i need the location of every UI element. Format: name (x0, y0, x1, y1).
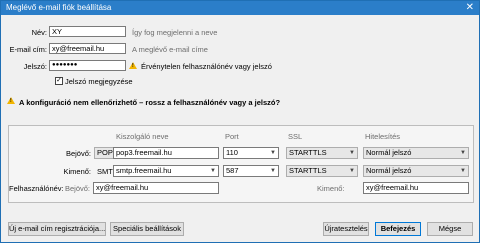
username-outgoing-label: Kimenő: (317, 184, 345, 193)
chevron-down-icon: ▼ (349, 150, 355, 156)
email-hint: A meglévő e-mail címe (132, 45, 208, 54)
retest-button[interactable]: Újratesztelés (323, 222, 369, 236)
incoming-port-value: 110 (226, 148, 238, 157)
col-header-ssl: SSL (288, 132, 303, 141)
incoming-auth-value: Normál jelszó (366, 148, 412, 157)
config-warning-text: A konfiguráció nem ellenőrizhető – rossz… (19, 98, 281, 107)
chevron-down-icon: ▼ (460, 168, 466, 174)
close-icon[interactable]: ✕ (466, 2, 474, 13)
new-account-button[interactable]: Új e-mail cím regisztrációja... (8, 222, 106, 236)
col-header-auth: Hitelesítés (365, 132, 401, 141)
col-header-port: Port (225, 132, 239, 141)
chevron-down-icon: ▼ (270, 150, 276, 156)
email-input[interactable]: xy@freemail.hu (49, 43, 126, 54)
incoming-ssl-select[interactable]: STARTTLS ▼ (286, 147, 358, 159)
incoming-label: Bejövő: (65, 149, 91, 158)
chevron-down-icon: ▼ (210, 168, 216, 174)
password-label: Jelszó: (23, 62, 47, 71)
remember-password-checkbox[interactable]: ✓ (55, 77, 63, 85)
name-label: Név: (31, 28, 47, 37)
remember-password-label: Jelszó megjegyzése (65, 77, 133, 86)
window-title: Meglévő e-mail fiók beállítása (6, 3, 112, 12)
title-bar: Meglévő e-mail fiók beállítása ✕ (1, 1, 479, 15)
username-incoming-label: Bejövő: (65, 184, 91, 193)
chevron-down-icon: ▼ (349, 168, 355, 174)
outgoing-server-combo[interactable]: smtp.freemail.hu ▼ (113, 165, 219, 177)
name-hint: Így fog megjelenni a neve (132, 28, 218, 37)
username-incoming-input[interactable]: xy@freemail.hu (93, 182, 219, 194)
incoming-ssl-value: STARTTLS (289, 148, 327, 157)
incoming-port-combo[interactable]: 110 ▼ (223, 147, 279, 159)
outgoing-label: Kimenő: (63, 167, 91, 176)
chevron-down-icon: ▼ (460, 150, 466, 156)
outgoing-ssl-select[interactable]: STARTTLS ▼ (286, 165, 358, 177)
password-warning-icon (129, 62, 137, 69)
config-warning-icon (7, 97, 15, 104)
chevron-down-icon: ▼ (270, 168, 276, 174)
done-button[interactable]: Befejezés (375, 222, 421, 236)
password-error-text: Érvénytelen felhasználónév vagy jelszó (141, 62, 272, 71)
account-setup-window: Meglévő e-mail fiók beállítása ✕ Név: XY… (0, 0, 480, 243)
outgoing-auth-value: Normál jelszó (366, 166, 412, 175)
outgoing-server-value: smtp.freemail.hu (116, 166, 172, 175)
email-label: E-mail cím: (9, 45, 48, 54)
outgoing-port-combo[interactable]: 587 ▼ (223, 165, 279, 177)
outgoing-ssl-value: STARTTLS (289, 166, 327, 175)
outgoing-port-value: 587 (226, 166, 239, 175)
password-input[interactable]: ●●●●●●● (49, 60, 126, 71)
advanced-settings-button[interactable]: Speciális beállítások (110, 222, 184, 236)
incoming-server-input[interactable]: pop3.freemail.hu (113, 147, 219, 159)
incoming-auth-select[interactable]: Normál jelszó ▼ (363, 147, 469, 159)
name-input[interactable]: XY (49, 26, 126, 37)
cancel-button[interactable]: Mégse (427, 222, 473, 236)
outgoing-auth-select[interactable]: Normál jelszó ▼ (363, 165, 469, 177)
username-label: Felhasználónév: (9, 184, 64, 193)
username-outgoing-input[interactable]: xy@freemail.hu (363, 182, 469, 194)
col-header-server: Kiszolgáló neve (116, 132, 169, 141)
